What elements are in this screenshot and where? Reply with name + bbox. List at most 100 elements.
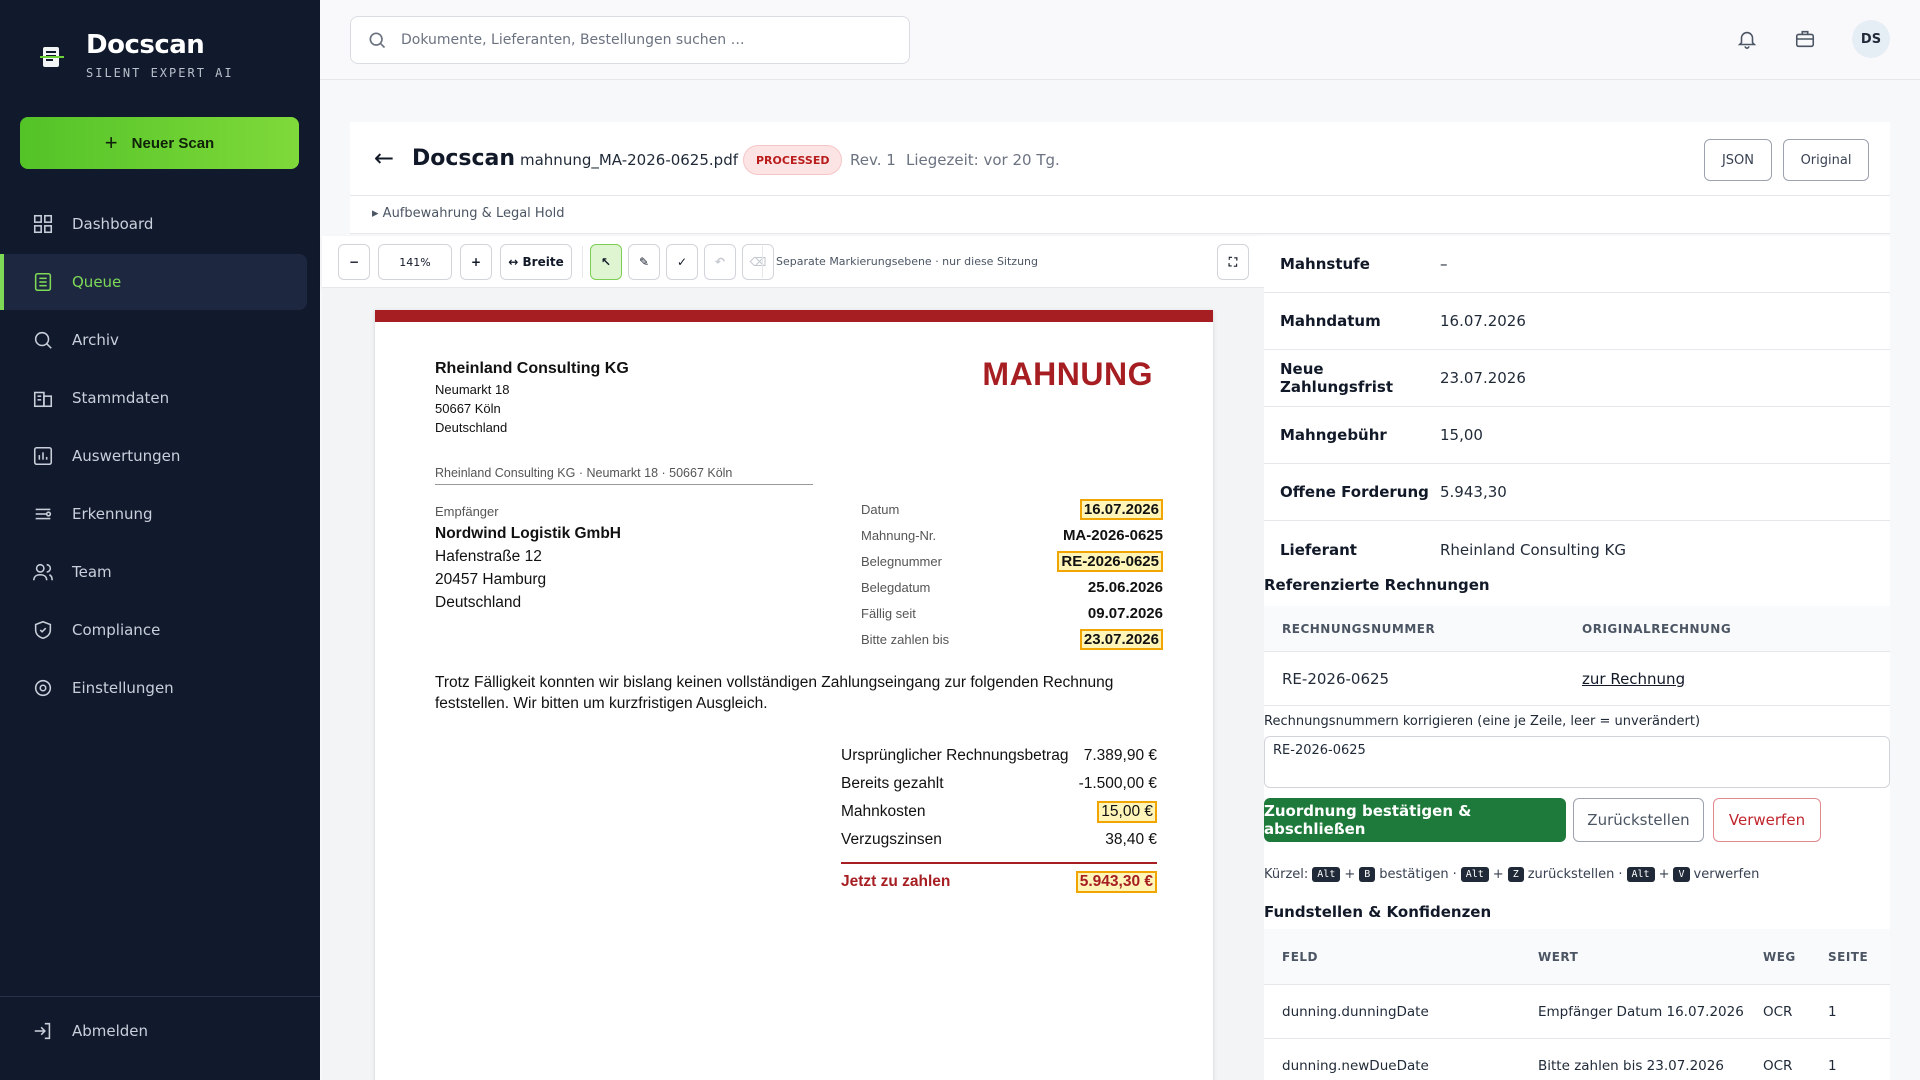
status-badge: PROCESSED (743, 145, 843, 175)
json-button[interactable]: JSON (1704, 139, 1772, 181)
cell-weg: OCR (1763, 1057, 1793, 1074)
table-row[interactable]: dunning.newDueDate Bitte zahlen bis 23.0… (1264, 1039, 1890, 1080)
field-key: Lieferant (1280, 540, 1357, 559)
document-viewer[interactable]: Rheinland Consulting KG Neumarkt 18 5066… (322, 288, 1264, 1080)
field-row-mahndatum[interactable]: Mahndatum 16.07.2026 (1264, 293, 1890, 350)
zoom-in-button[interactable]: + (460, 244, 492, 280)
meta-value-highlighted[interactable]: 16.07.2026 (1079, 498, 1163, 520)
table-header: FELD WERT WEG SEITE K (1264, 929, 1890, 985)
erase-button[interactable]: ⌫ (742, 244, 774, 280)
caret-right-icon: ▸ (372, 206, 379, 221)
bell-icon[interactable] (1736, 28, 1758, 50)
field-value: 23.07.2026 (1440, 369, 1526, 387)
sidebar-item-auswertungen[interactable]: Auswertungen (0, 428, 307, 484)
field-key: Neue Zahlungsfrist (1280, 360, 1394, 396)
meta-row: Fällig seit 09.07.2026 (861, 600, 1163, 626)
shortcuts-label: Kürzel: (1264, 867, 1309, 882)
sidebar-item-label: Archiv (72, 331, 119, 349)
document-header: ← Docscan mahnung_MA-2026-0625.pdf PROCE… (350, 122, 1890, 196)
pen-tool-button[interactable]: ✎ (628, 244, 660, 280)
sum-row: Mahnkosten 15,00 € (841, 798, 1157, 826)
sidebar-item-label: Compliance (72, 621, 161, 639)
cell-wert: Bitte zahlen bis 23.07.2026 (1538, 1057, 1724, 1074)
search-input[interactable] (401, 32, 881, 48)
sidebar-item-einstellungen[interactable]: Einstellungen (0, 660, 307, 716)
field-row-neue-zahlungsfrist[interactable]: Neue Zahlungsfrist 23.07.2026 (1264, 350, 1890, 407)
brand[interactable]: Docscan SILENT EXPERT AI (40, 30, 234, 80)
sliders-icon (35, 508, 52, 520)
sum-key: Mahnkosten (841, 803, 926, 820)
toolbar-divider (582, 246, 583, 278)
sidebar-item-team[interactable]: Team (0, 544, 307, 600)
original-button[interactable]: Original (1783, 139, 1869, 181)
recipient-label: Empfänger (435, 504, 499, 519)
field-value: 16.07.2026 (1440, 312, 1526, 330)
document-top-bar (375, 310, 1213, 322)
meta-key: Datum (861, 501, 900, 517)
logout-label: Abmelden (72, 1022, 149, 1040)
sum-value: 7.389,90 € (1083, 747, 1157, 764)
liegezeit-label: Liegezeit: vor 20 Tg. (906, 151, 1060, 169)
meta-value-highlighted[interactable]: 23.07.2026 (1079, 628, 1163, 650)
sender-address: Neumarkt 18 50667 Köln Deutschland (435, 380, 509, 437)
shortcut-text: bestätigen (1379, 867, 1449, 882)
field-row-offene-forderung[interactable]: Offene Forderung 5.943,30 (1264, 464, 1890, 521)
logout-button[interactable]: Abmelden (32, 1020, 148, 1042)
avatar[interactable]: DS (1852, 20, 1890, 58)
sidebar-item-erkennung[interactable]: Erkennung (0, 486, 307, 542)
field-row-mahnstufe[interactable]: Mahnstufe – (1264, 236, 1890, 293)
cursor-arrow-icon: ↖ (600, 255, 612, 269)
check-tool-button[interactable]: ✓ (666, 244, 698, 280)
meta-value-highlighted[interactable]: RE-2026-0625 (1057, 550, 1163, 572)
undo-button[interactable]: ↶ (704, 244, 736, 280)
sidebar-item-queue[interactable]: Queue (0, 254, 307, 310)
recipient-address-line: 20457 Hamburg (435, 571, 547, 588)
table-row[interactable]: dunning.dunningDate Empfänger Datum 16.0… (1264, 985, 1890, 1039)
document-body-text: Trotz Fälligkeit konnten wir bislang kei… (435, 674, 1114, 712)
fullscreen-button[interactable]: ⛶ (1217, 244, 1249, 280)
new-scan-button[interactable]: + Neuer Scan (20, 117, 299, 169)
meta-key: Belegdatum (861, 579, 931, 595)
legal-hold-toggle[interactable]: ▸ Aufbewahrung & Legal Hold (350, 196, 1890, 234)
meta-row: Datum 16.07.2026 (861, 496, 1163, 522)
document-page: Rheinland Consulting KG Neumarkt 18 5066… (375, 310, 1213, 1080)
defer-button[interactable]: Zurückstellen (1573, 798, 1704, 842)
recipient-name: Nordwind Logistik GmbH (435, 525, 621, 542)
field-row-lieferant[interactable]: Lieferant Rheinland Consulting KG (1264, 521, 1890, 578)
search-box[interactable] (350, 16, 910, 64)
discard-button[interactable]: Verwerfen (1713, 798, 1821, 842)
recipient-address-line: Deutschland (435, 594, 522, 611)
check-icon: ✓ (676, 255, 688, 269)
logout-icon (34, 1022, 51, 1040)
zoom-out-button[interactable]: − (338, 244, 370, 280)
sender-address-line: Deutschland (435, 420, 508, 435)
invoice-link[interactable]: zur Rechnung (1582, 670, 1685, 688)
docscan-logo-icon (40, 47, 64, 67)
sum-row: Bereits gezahlt -1.500,00 € (841, 770, 1157, 798)
total-value-highlighted[interactable]: 5.943,30 € (1075, 871, 1157, 893)
revision-label: Rev. 1 (850, 151, 896, 169)
zoom-level[interactable]: 141% (378, 244, 452, 280)
table-header: RECHNUNGSNUMMER ORIGINALRECHNUNG (1264, 606, 1890, 652)
findings-title: Fundstellen & Konfidenzen (1264, 903, 1492, 921)
sender-company: Rheinland Consulting KG (435, 360, 629, 377)
back-arrow-icon[interactable]: ← (374, 144, 394, 172)
plus-icon: + (104, 130, 118, 155)
sidebar-item-archiv[interactable]: Archiv (0, 312, 307, 368)
field-row-mahngebuehr[interactable]: Mahngebühr 15,00 (1264, 407, 1890, 464)
select-tool-button[interactable]: ↖ (590, 244, 622, 280)
sidebar-item-compliance[interactable]: Compliance (0, 602, 307, 658)
sidebar-item-stammdaten[interactable]: Stammdaten (0, 370, 307, 426)
field-value: – (1440, 255, 1448, 273)
building-icon (33, 391, 53, 408)
briefcase-icon[interactable] (1794, 28, 1816, 50)
shield-icon (34, 620, 52, 640)
invoice-correction-textarea[interactable]: RE-2026-0625 (1264, 736, 1890, 788)
confirm-button[interactable]: Zuordnung bestätigen & abschließen (1264, 798, 1566, 842)
fit-width-button[interactable]: ↔ Breite (500, 244, 572, 280)
sidebar-item-dashboard[interactable]: Dashboard (0, 196, 307, 252)
sum-value: -1.500,00 € (1078, 775, 1157, 792)
sum-value-highlighted[interactable]: 15,00 € (1097, 801, 1157, 823)
sidebar-item-label: Erkennung (72, 505, 153, 523)
sender-address-line: Neumarkt 18 (435, 382, 510, 397)
